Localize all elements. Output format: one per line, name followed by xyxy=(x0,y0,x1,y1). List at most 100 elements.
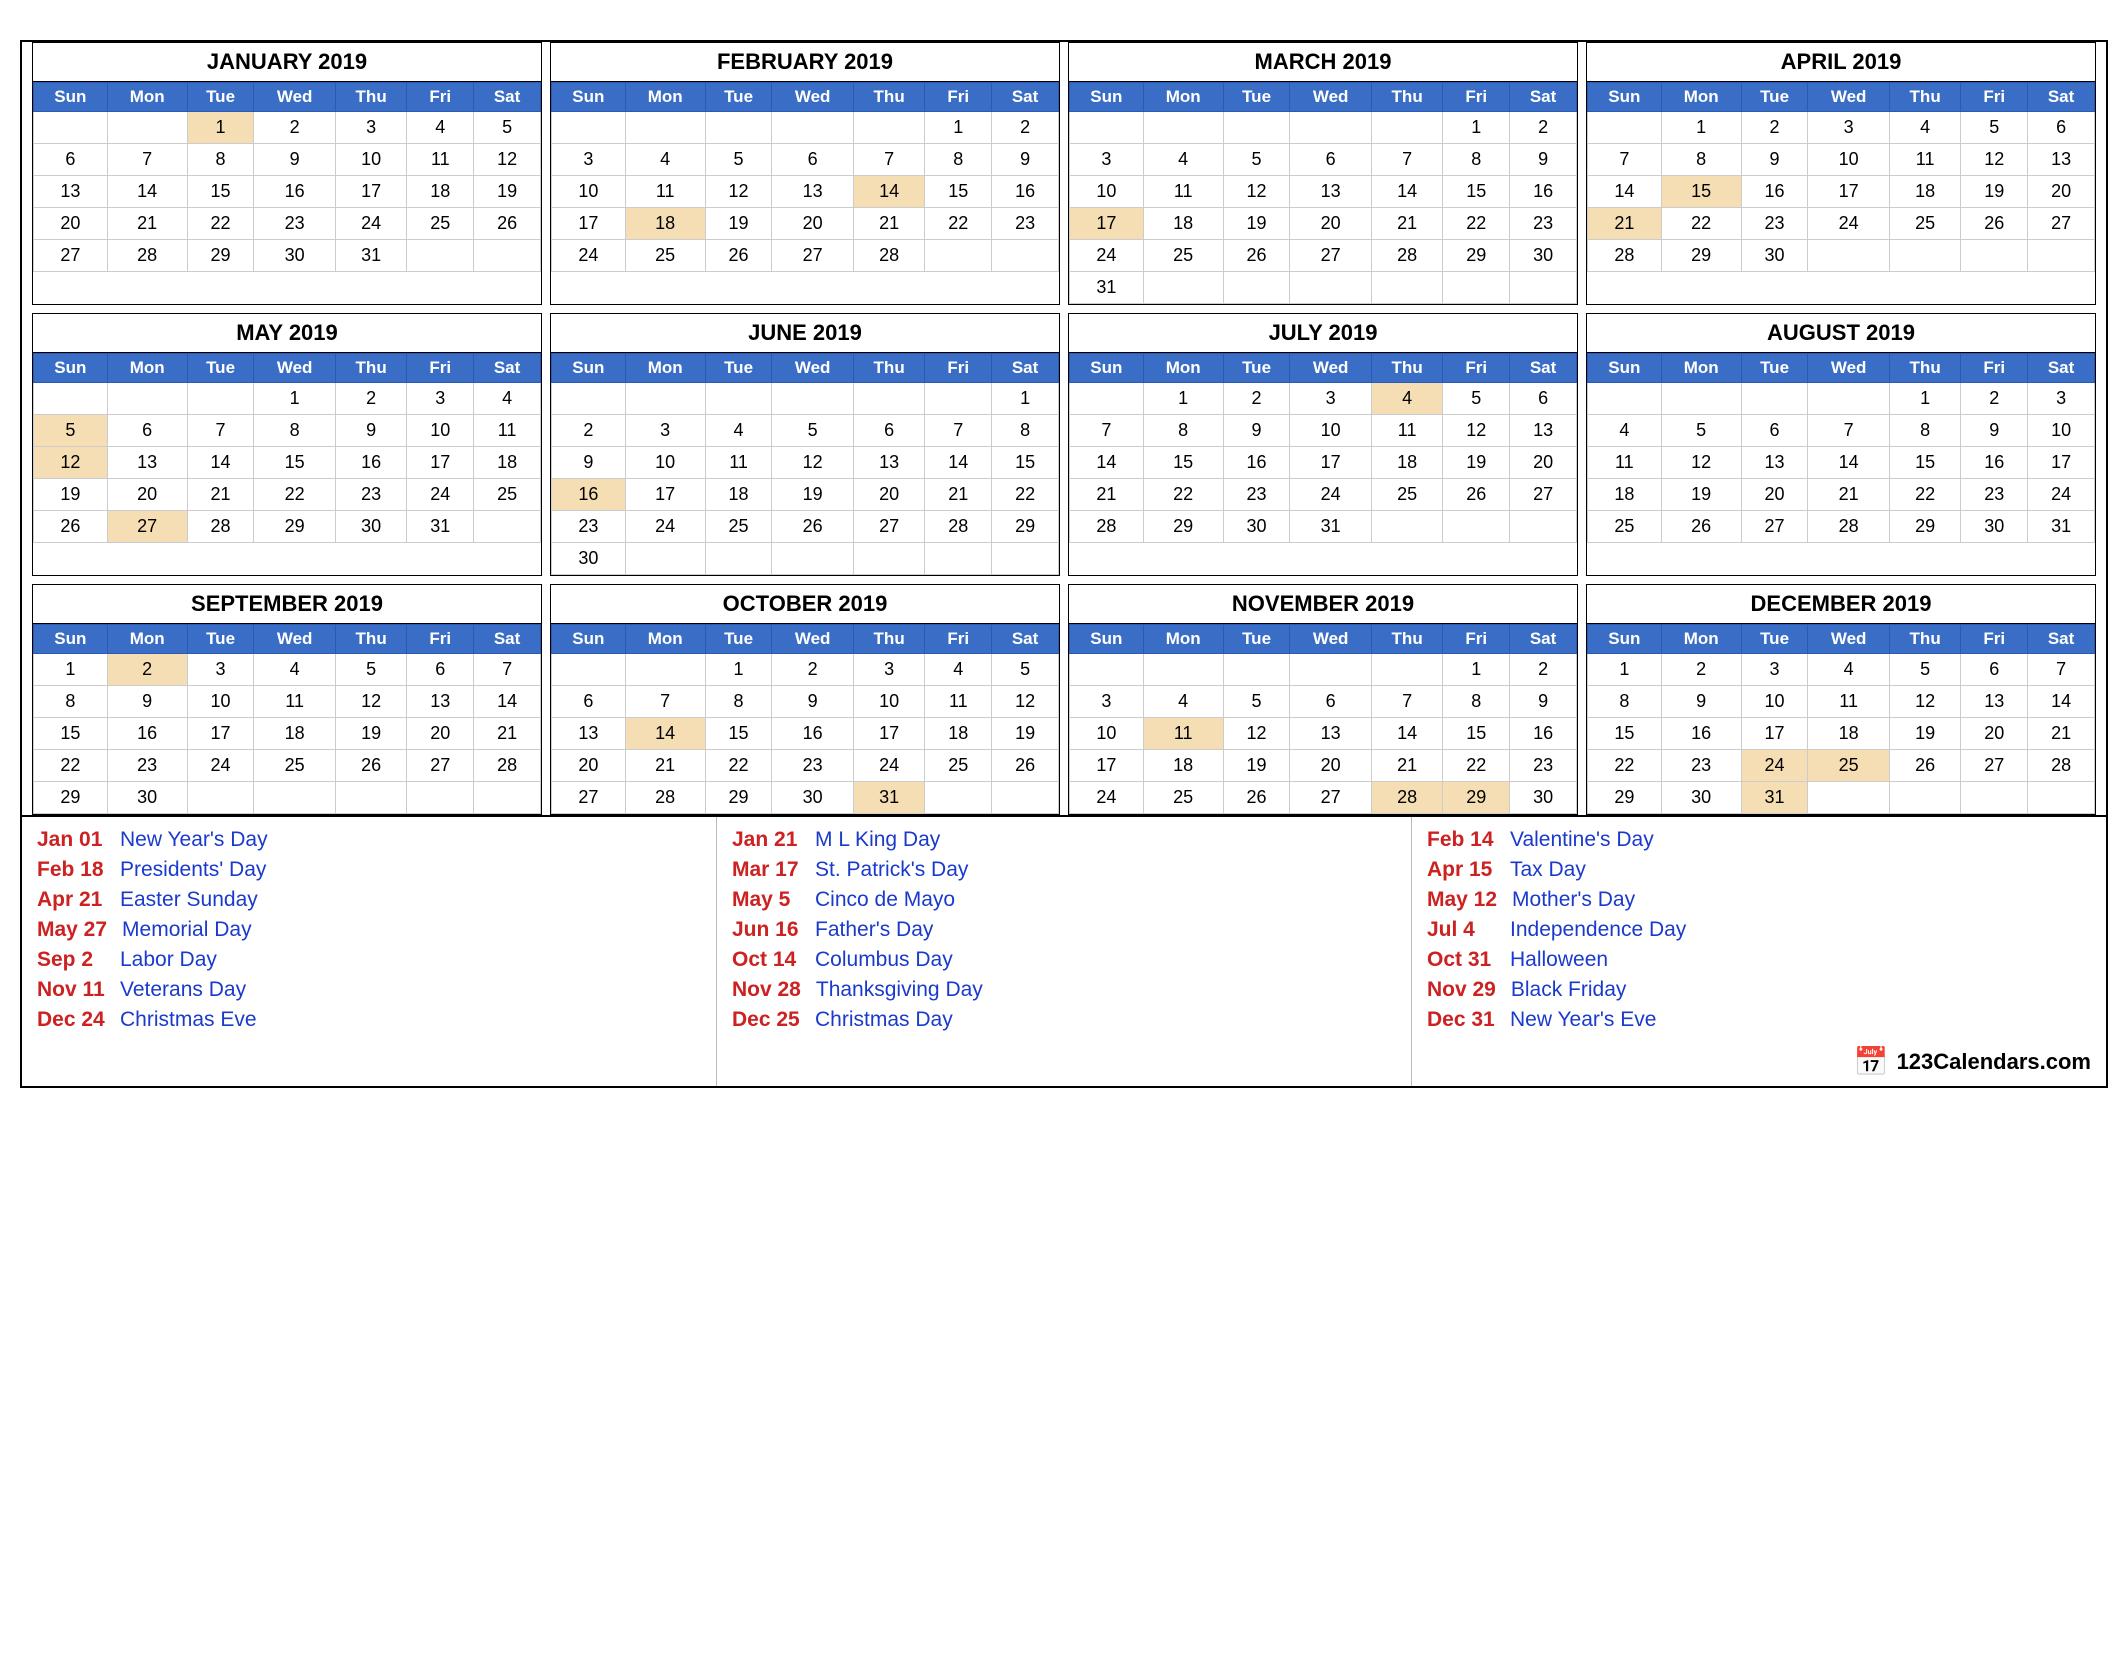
cal-day: 29 xyxy=(1889,511,1961,543)
cal-day: 23 xyxy=(254,208,335,240)
cal-day: 26 xyxy=(1961,208,2028,240)
cal-day: 26 xyxy=(1661,511,1741,543)
cal-day: 20 xyxy=(107,479,187,511)
cal-day xyxy=(1223,272,1290,304)
cal-day: 22 xyxy=(1661,208,1741,240)
cal-day: 13 xyxy=(2028,144,2095,176)
cal-day: 24 xyxy=(853,750,925,782)
cal-day: 23 xyxy=(1961,479,2028,511)
cal-day: 11 xyxy=(625,176,705,208)
cal-day: 3 xyxy=(187,654,254,686)
cal-day: 16 xyxy=(992,176,1059,208)
cal-day: 29 xyxy=(187,240,254,272)
cal-day: 27 xyxy=(772,240,853,272)
holiday-name: St. Patrick's Day xyxy=(815,858,968,882)
cal-day: 17 xyxy=(1070,208,1144,240)
cal-day: 17 xyxy=(552,208,626,240)
day-header-thu: Thu xyxy=(853,83,925,112)
cal-day: 6 xyxy=(1741,415,1808,447)
holiday-row: Oct 14Columbus Day xyxy=(732,945,1396,975)
cal-day: 11 xyxy=(1143,718,1223,750)
cal-day: 16 xyxy=(1961,447,2028,479)
cal-day xyxy=(1889,782,1961,814)
cal-day: 15 xyxy=(1661,176,1741,208)
cal-day: 14 xyxy=(853,176,925,208)
cal-day: 10 xyxy=(335,144,407,176)
cal-day: 12 xyxy=(1223,718,1290,750)
cal-day xyxy=(1371,112,1443,144)
cal-day: 2 xyxy=(1510,112,1577,144)
cal-day: 31 xyxy=(2028,511,2095,543)
cal-day: 5 xyxy=(335,654,407,686)
holidays-section: Jan 01New Year's DayFeb 18Presidents' Da… xyxy=(20,817,2108,1088)
cal-day xyxy=(474,511,541,543)
cal-day xyxy=(925,383,992,415)
cal-day: 7 xyxy=(1070,415,1144,447)
cal-day: 23 xyxy=(1510,208,1577,240)
cal-day xyxy=(1290,112,1371,144)
cal-day: 28 xyxy=(1371,240,1443,272)
cal-day: 28 xyxy=(1588,240,1662,272)
cal-day: 23 xyxy=(1223,479,1290,511)
cal-day xyxy=(1070,654,1144,686)
cal-day: 4 xyxy=(254,654,335,686)
cal-day: 9 xyxy=(1510,686,1577,718)
cal-day xyxy=(1961,240,2028,272)
cal-day xyxy=(187,383,254,415)
day-header-fri: Fri xyxy=(925,354,992,383)
cal-day xyxy=(705,112,772,144)
cal-day: 20 xyxy=(552,750,626,782)
day-header-wed: Wed xyxy=(1290,354,1371,383)
day-header-sat: Sat xyxy=(1510,83,1577,112)
holiday-name: Christmas Day xyxy=(815,1008,953,1032)
cal-day: 3 xyxy=(1070,686,1144,718)
holiday-date: Oct 31 xyxy=(1427,948,1495,972)
month-title-6: JUNE 2019 xyxy=(551,314,1059,353)
cal-day: 30 xyxy=(1661,782,1741,814)
holiday-column-3: Feb 14Valentine's DayApr 15Tax DayMay 12… xyxy=(1412,817,2106,1086)
cal-day: 27 xyxy=(407,750,474,782)
cal-day xyxy=(1143,654,1223,686)
cal-day: 10 xyxy=(853,686,925,718)
cal-day: 10 xyxy=(1290,415,1371,447)
day-header-mon: Mon xyxy=(625,354,705,383)
cal-day xyxy=(992,240,1059,272)
cal-day: 25 xyxy=(1143,240,1223,272)
cal-day: 9 xyxy=(772,686,853,718)
cal-day: 27 xyxy=(853,511,925,543)
cal-day: 8 xyxy=(1588,686,1662,718)
cal-day xyxy=(1371,654,1443,686)
holiday-row: Jan 21M L King Day xyxy=(732,825,1396,855)
cal-day: 8 xyxy=(1889,415,1961,447)
cal-day: 12 xyxy=(34,447,108,479)
cal-day: 26 xyxy=(335,750,407,782)
cal-day: 12 xyxy=(1661,447,1741,479)
day-header-mon: Mon xyxy=(1143,354,1223,383)
cal-day: 1 xyxy=(705,654,772,686)
cal-day: 11 xyxy=(1371,415,1443,447)
cal-day: 21 xyxy=(2028,718,2095,750)
day-header-mon: Mon xyxy=(1661,625,1741,654)
day-header-fri: Fri xyxy=(925,83,992,112)
cal-day: 8 xyxy=(1443,686,1510,718)
day-header-wed: Wed xyxy=(772,354,853,383)
cal-day: 12 xyxy=(335,686,407,718)
cal-day: 22 xyxy=(1889,479,1961,511)
cal-day: 7 xyxy=(187,415,254,447)
holiday-date: Jan 01 xyxy=(37,828,105,852)
cal-day: 9 xyxy=(1223,415,1290,447)
cal-day: 19 xyxy=(335,718,407,750)
cal-day: 7 xyxy=(853,144,925,176)
month-block-2: FEBRUARY 2019SunMonTueWedThuFriSat123456… xyxy=(550,42,1060,305)
cal-day: 11 xyxy=(1588,447,1662,479)
cal-day: 15 xyxy=(1443,718,1510,750)
day-header-tue: Tue xyxy=(705,625,772,654)
cal-day: 27 xyxy=(107,511,187,543)
cal-day: 1 xyxy=(1661,112,1741,144)
cal-day: 28 xyxy=(1070,511,1144,543)
cal-day: 17 xyxy=(2028,447,2095,479)
cal-day: 7 xyxy=(1588,144,1662,176)
cal-day xyxy=(254,782,335,814)
holiday-row: Jan 01New Year's Day xyxy=(37,825,701,855)
cal-day: 19 xyxy=(992,718,1059,750)
